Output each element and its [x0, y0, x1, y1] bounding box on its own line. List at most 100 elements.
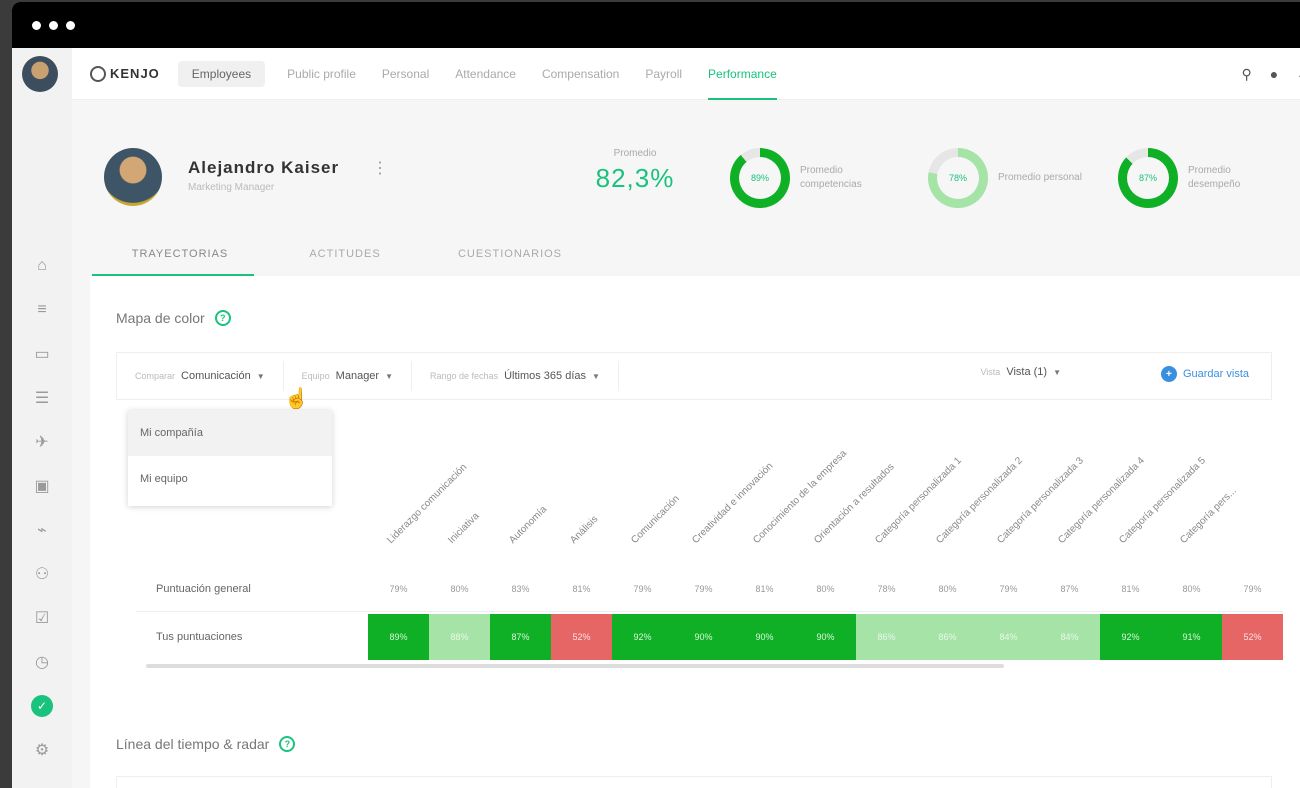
help-icon[interactable]: ? — [214, 310, 231, 326]
heatmap-cell[interactable]: 52% — [551, 614, 612, 660]
document-icon[interactable]: ☰ — [30, 376, 54, 420]
horizontal-scrollbar[interactable] — [146, 664, 1004, 668]
dropdown-item[interactable]: Mi equipo — [128, 456, 332, 502]
window-titlebar — [12, 2, 1300, 48]
tab-trayectorias[interactable]: TRAYECTORIAS — [90, 248, 270, 276]
heatmap-cell[interactable]: 86% — [917, 614, 978, 660]
heatmap-title: Mapa de color ? — [116, 310, 231, 326]
ring-value: 89% — [739, 157, 781, 199]
employees-pill[interactable]: Employees — [177, 60, 266, 87]
tab-compensation[interactable]: Compensation — [542, 48, 619, 100]
column-header-label: Análisis — [568, 513, 601, 546]
timeline-title-text: Línea del tiempo & radar — [116, 736, 270, 752]
filter-label: Comparar — [135, 371, 176, 381]
heatmap-cell[interactable]: 84% — [1039, 614, 1100, 660]
list-icon[interactable]: ≡ — [30, 288, 54, 332]
column-header-label: Autonomía — [507, 504, 550, 546]
compare-dropdown-menu: Mi compañía Mi equipo — [128, 410, 332, 506]
clock-icon[interactable]: ◷ — [30, 640, 54, 684]
left-rail: ⌂ ≡ ▭ ☰ ✈ ▣ ⌁ ⚇ ☑ ◷ ✓ ⚙ — [12, 48, 72, 788]
employee-name: Alejandro Kaiser — [188, 158, 340, 177]
dropdown-item[interactable]: Mi compañía — [128, 410, 332, 456]
row-cells: 79% 80% 83% 81% 79% 79% 81% 80% 78% 80% 79% 87% 81% 8… — [368, 566, 1283, 612]
heatmap-cell[interactable]: 80% — [429, 566, 490, 612]
kenjo-logo[interactable]: KENJO — [90, 65, 160, 82]
checklist-icon[interactable]: ☑ — [30, 596, 54, 640]
heatmap-cell[interactable]: 78% — [856, 566, 917, 612]
window-dot-icon[interactable] — [32, 20, 41, 30]
tab-payroll[interactable]: Payroll — [645, 48, 682, 100]
calendar-icon[interactable]: ▣ — [30, 464, 54, 508]
heatmap-cell[interactable]: 90% — [795, 614, 856, 660]
app-window: ⌂ ≡ ▭ ☰ ✈ ▣ ⌁ ⚇ ☑ ◷ ✓ ⚙ KENJO Employees … — [12, 2, 1300, 788]
average-value: 82,3% — [595, 163, 675, 193]
heatmap-cell[interactable]: 90% — [734, 614, 795, 660]
heatmap-cell[interactable]: 79% — [1222, 566, 1283, 612]
heatmap-title-text: Mapa de color — [116, 310, 205, 326]
profile-tabs: Public profile Personal Attendance Compe… — [287, 48, 777, 100]
heatmap-cell[interactable]: 87% — [490, 614, 551, 660]
column-header-label: Categoría pers... — [1178, 485, 1239, 546]
ring-value: 87% — [1127, 157, 1169, 199]
employee-avatar — [104, 148, 162, 206]
heatmap-column-headers: Liderazgo comunicación Iniciativa Autonomí… — [369, 272, 1279, 562]
heatmap-cell[interactable]: 80% — [1161, 566, 1222, 612]
column-header-label: Comunicación — [629, 493, 682, 546]
heatmap-cell[interactable]: 79% — [978, 566, 1039, 612]
people-icon[interactable]: ⚇ — [30, 552, 54, 596]
row-label: Puntuación general — [156, 582, 251, 595]
bell-icon[interactable]: ● — [1270, 66, 1278, 82]
window-dot-icon[interactable] — [49, 20, 58, 30]
logo-text: KENJO — [110, 66, 160, 81]
tab-attendance[interactable]: Attendance — [455, 48, 516, 100]
heatmap-row-scores: Tus puntuaciones 89% 88% 87% 52% 92% 90% 90% 90… — [136, 614, 1283, 660]
heatmap-cell[interactable]: 86% — [856, 614, 917, 660]
help-icon[interactable]: ? — [279, 736, 296, 752]
heatmap-row-general: Puntuación general 79% 80% 83% 81% 79% 79% 81%… — [136, 566, 1283, 612]
tab-public-profile[interactable]: Public profile — [287, 48, 356, 100]
timeline-filter-bar — [116, 776, 1272, 788]
tab-performance[interactable]: Performance — [708, 48, 777, 100]
plane-icon[interactable]: ✈ — [30, 420, 54, 464]
window-dot-icon[interactable] — [66, 20, 75, 30]
heatmap-cell[interactable]: 87% — [1039, 566, 1100, 612]
chart-icon[interactable]: ⌁ — [30, 508, 54, 552]
heatmap-cell[interactable]: 79% — [368, 566, 429, 612]
top-navigation: KENJO Employees Public profile Personal … — [72, 48, 1300, 100]
timeline-title: Línea del tiempo & radar ? — [116, 736, 296, 752]
mouse-cursor-icon: ☝ — [284, 388, 309, 410]
more-options-icon[interactable]: ⋮ — [372, 158, 388, 178]
tab-personal[interactable]: Personal — [382, 48, 429, 100]
ring-value: 78% — [937, 157, 979, 199]
filter-value: Comunicación — [181, 370, 251, 382]
top-icons: ⚲ ● ⌄ — [1242, 48, 1300, 100]
logo-mark-icon — [90, 65, 106, 82]
heatmap-cell[interactable]: 88% — [429, 614, 490, 660]
ring-chart: 87% — [1118, 148, 1178, 208]
heatmap-cell[interactable]: 92% — [612, 614, 673, 660]
settings-icon[interactable]: ⚙ — [30, 728, 54, 772]
heatmap-cell[interactable]: 92% — [1100, 614, 1161, 660]
heatmap-cell[interactable]: 83% — [490, 566, 551, 612]
heatmap-cell[interactable]: 79% — [673, 566, 734, 612]
user-avatar[interactable] — [22, 56, 58, 92]
heatmap-cell[interactable]: 81% — [734, 566, 795, 612]
home-icon[interactable]: ⌂ — [30, 244, 54, 288]
briefcase-icon[interactable]: ▭ — [30, 332, 54, 376]
heatmap-cell[interactable]: 84% — [978, 614, 1039, 660]
performance-icon[interactable]: ✓ — [30, 684, 54, 728]
heatmap-cell[interactable]: 80% — [917, 566, 978, 612]
heatmap-cell[interactable]: 81% — [1100, 566, 1161, 612]
heatmap-cell[interactable]: 79% — [612, 566, 673, 612]
average-score: Promedio 82,3% — [580, 148, 690, 194]
compare-filter[interactable]: Comparar Comunicación ▼ — [117, 361, 284, 391]
heatmap-cell[interactable]: 90% — [673, 614, 734, 660]
heatmap-cell[interactable]: 91% — [1161, 614, 1222, 660]
ring-label: Promedio personal — [998, 172, 1082, 183]
heatmap-cell[interactable]: 80% — [795, 566, 856, 612]
heatmap-cell[interactable]: 89% — [368, 614, 429, 660]
chevron-down-icon[interactable]: ⌄ — [1296, 66, 1300, 83]
search-icon[interactable]: ⚲ — [1242, 66, 1252, 83]
heatmap-cell[interactable]: 52% — [1222, 614, 1283, 660]
heatmap-cell[interactable]: 81% — [551, 566, 612, 612]
